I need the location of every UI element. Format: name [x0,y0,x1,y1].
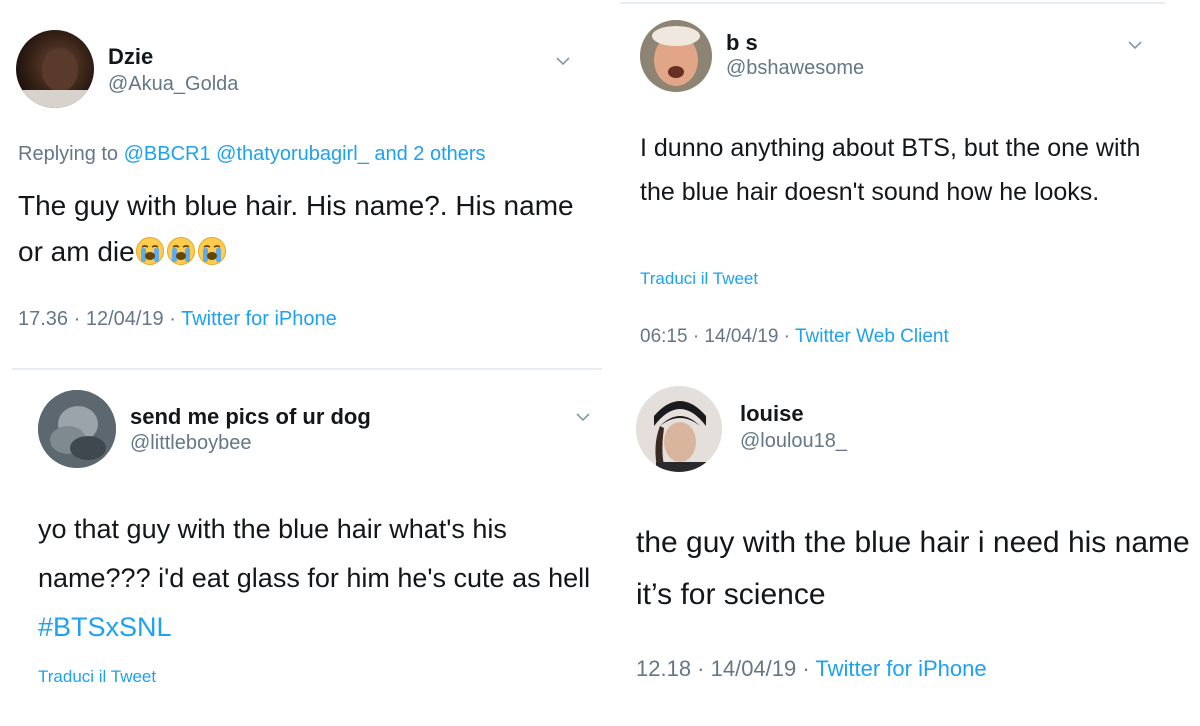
translate-tweet-link[interactable]: Traduci il Tweet [38,667,156,687]
display-name[interactable]: b s [726,30,758,56]
source-link[interactable]: Twitter for iPhone [815,656,986,681]
tweet-text: the guy with the blue hair i need his na… [636,526,1190,611]
display-name[interactable]: Dzie [108,44,153,70]
chevron-down-icon[interactable] [556,54,570,68]
tweet-littleboybee: send me pics of ur dog @littleboybee yo … [0,372,600,726]
crying-face-icon [135,236,166,267]
display-name[interactable]: louise [740,401,804,427]
tweet-metadata: 06:15 · 14/04/19 · Twitter Web Client [640,326,949,348]
crying-face-icon [197,236,228,267]
tweet-text-content: yo that guy with the blue hair what's hi… [38,514,591,593]
avatar[interactable] [636,386,722,472]
avatar[interactable] [640,20,712,92]
hashtag-link[interactable]: #BTSxSNL [38,612,172,642]
tweet-text: yo that guy with the blue hair what's hi… [38,505,593,652]
tweet-louise: louise @loulou18_ the guy with the blue … [620,372,1200,726]
tweet-text-content: The guy with blue hair. His name?. His n… [18,190,574,267]
source-link[interactable]: Twitter Web Client [795,326,949,347]
tweet-dzie: Dzie @Akua_Golda Replying to @BBCR1 @tha… [0,0,600,370]
timestamp[interactable]: 06:15 · 14/04/19 · [640,326,795,347]
source-link[interactable]: Twitter for iPhone [181,308,337,330]
timestamp[interactable]: 12.18 · 14/04/19 · [636,656,815,681]
avatar[interactable] [16,30,94,108]
tweet-metadata: 17.36 · 12/04/19 · Twitter for iPhone [18,308,337,331]
tweet-metadata: 12.18 · 14/04/19 · Twitter for iPhone [636,656,987,682]
timestamp[interactable]: 17.36 · 12/04/19 · [18,308,181,330]
username[interactable]: @bshawesome [726,57,864,80]
avatar[interactable] [38,390,116,468]
username[interactable]: @Akua_Golda [108,73,238,96]
display-name[interactable]: send me pics of ur dog [130,404,371,430]
chevron-down-icon[interactable] [576,410,590,424]
username[interactable]: @loulou18_ [740,430,847,453]
crying-face-icon [166,236,197,267]
reply-context: Replying to @BBCR1 @thatyorubagirl_ and … [18,143,486,166]
reply-prefix: Replying to [18,143,124,165]
tweet-text: I dunno anything about BTS, but the one … [640,134,1141,206]
divider [12,368,602,370]
username[interactable]: @littleboybee [130,432,251,455]
tweet-text: The guy with blue hair. His name?. His n… [18,183,578,275]
chevron-down-icon[interactable] [1128,38,1142,52]
tweet-bs: b s @bshawesome I dunno anything about B… [620,0,1200,370]
translate-tweet-link[interactable]: Traduci il Tweet [640,269,758,289]
reply-targets-link[interactable]: @BBCR1 @thatyorubagirl_ and 2 others [124,143,486,165]
